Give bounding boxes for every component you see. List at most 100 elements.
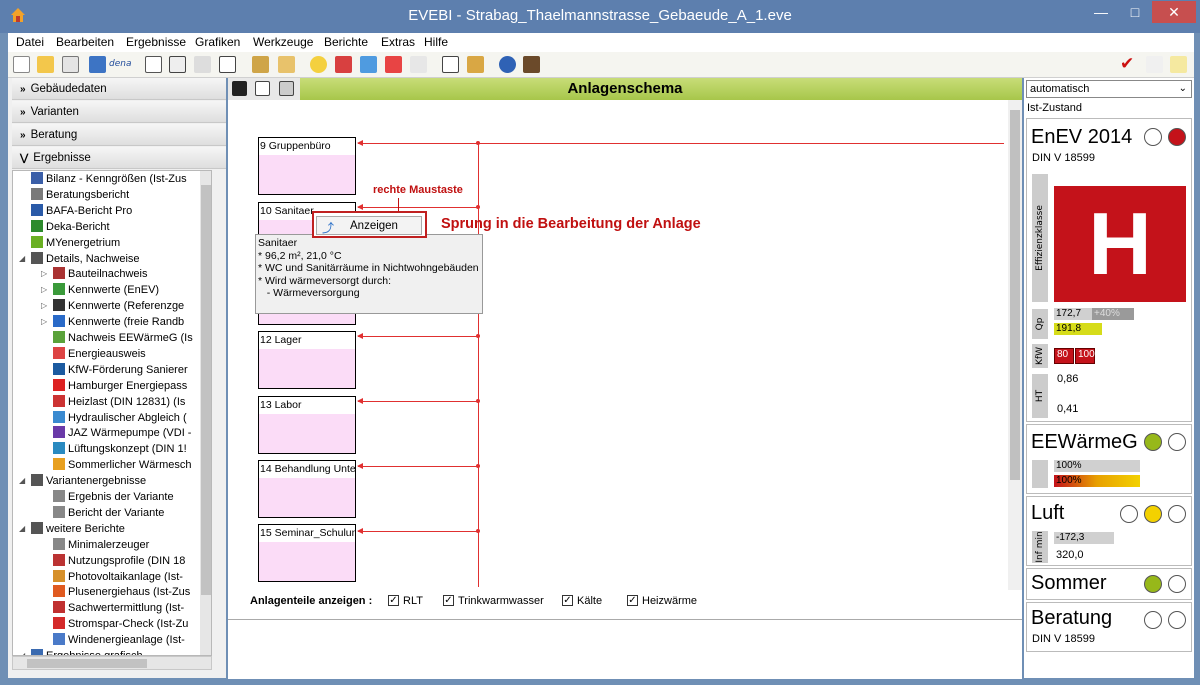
scrollbar-thumb[interactable] [201, 185, 211, 595]
tree-horizontal-scrollbar[interactable] [12, 656, 212, 670]
wall-section-icon[interactable] [169, 56, 186, 73]
sommer-section[interactable]: Sommer [1026, 568, 1192, 600]
menu-hilfe[interactable]: Hilfe [424, 35, 448, 49]
collapse-icon[interactable]: ◢ [19, 251, 25, 267]
chart-report-icon[interactable] [467, 56, 484, 73]
tree-item[interactable]: KfW-Förderung Sanierer [53, 362, 188, 378]
tree-item[interactable]: Heizlast (DIN 12831) (Is [53, 394, 185, 410]
tree-item[interactable]: JAZ Wärmepumpe (VDI - [53, 425, 191, 441]
menu-ergebnisse[interactable]: Ergebnisse [126, 35, 186, 49]
room-box[interactable]: 15 Seminar_Schulung [258, 524, 356, 582]
tree-item[interactable]: Sommerlicher Wärmesch [53, 457, 191, 473]
new-file-icon[interactable] [13, 56, 30, 73]
export-arrow-icon[interactable] [1146, 56, 1163, 73]
tree-item[interactable]: ▷ Kennwerte (freie Randb [41, 314, 184, 330]
tree-item[interactable]: Windenergieanlage (Ist- [53, 632, 185, 648]
tree-item[interactable]: ◢ Ergebnisse grafisch [19, 648, 143, 655]
minimize-button[interactable]: — [1084, 1, 1118, 23]
room-box[interactable]: 12 Lager [258, 331, 356, 389]
tree-item[interactable]: Nachweis EEWärmeG (Is [53, 330, 193, 346]
document-icon[interactable] [145, 56, 162, 73]
tree-item[interactable]: ◢ Variantenergebnisse [19, 473, 146, 489]
tree-item[interactable]: Stromspar-Check (Ist-Zu [53, 616, 188, 632]
tree-item[interactable]: Sachwertermittlung (Ist- [53, 600, 184, 616]
tree-item[interactable]: Bilanz - Kenngrößen (Ist-Zus [31, 171, 187, 187]
accordion-ergebnisse[interactable]: ⋁ Ergebnisse [12, 147, 226, 169]
tree-item[interactable]: ▷ Bauteilnachweis [41, 266, 148, 282]
tree-vertical-scrollbar[interactable] [200, 171, 211, 655]
room-box[interactable]: 9 Gruppenbüro [258, 137, 356, 195]
menu-datei[interactable]: Datei [16, 35, 44, 49]
tree-item[interactable]: Energieausweis [53, 346, 146, 362]
tree-item[interactable]: ◢ Details, Nachweise [19, 251, 140, 267]
schema-vertical-scrollbar[interactable] [1008, 100, 1022, 590]
beratung-section[interactable]: Beratung DIN V 18599 [1026, 602, 1192, 652]
tree-item[interactable]: ▷ Kennwerte (Referenzge [41, 298, 184, 314]
measure-icon[interactable] [410, 56, 427, 73]
help-icon[interactable] [499, 56, 516, 73]
context-menu-anzeigen[interactable]: ⤴ Anzeigen [316, 216, 422, 235]
tree-item[interactable]: Hamburger Energiepass [53, 378, 187, 394]
check-icon[interactable]: ✔ [1120, 54, 1134, 74]
tree-item[interactable]: Bericht der Variante [53, 505, 164, 521]
collapse-icon[interactable]: ◢ [19, 521, 25, 537]
tree-item[interactable]: Minimalerzeuger [53, 537, 149, 553]
copy-icon[interactable] [62, 56, 79, 73]
line-tool-icon[interactable] [194, 56, 211, 73]
luft-section[interactable]: Luft Inf min -172,3 320,0 [1026, 496, 1192, 566]
room-box[interactable]: 14 Behandlung Unte [258, 460, 356, 518]
accordion-gebaeudedaten[interactable]: » Gebäudedaten [12, 78, 226, 100]
tree-item[interactable]: Ergebnis der Variante [53, 489, 174, 505]
expand-icon[interactable]: ▷ [41, 282, 47, 298]
tree-item[interactable]: Nutzungsprofile (DIN 18 [53, 553, 185, 569]
report-icon[interactable] [442, 56, 459, 73]
collapse-icon[interactable]: ◢ [19, 648, 25, 655]
menu-grafiken[interactable]: Grafiken [195, 35, 240, 49]
sun-icon[interactable] [310, 56, 327, 73]
tree-item[interactable]: BAFA-Bericht Pro [31, 203, 132, 219]
collapse-icon[interactable]: ◢ [19, 473, 25, 489]
tree-item[interactable]: ◢ weitere Berichte [19, 521, 125, 537]
electricity-icon[interactable] [385, 56, 402, 73]
dena-icon[interactable]: dena [109, 59, 131, 69]
calculator-icon[interactable] [523, 56, 540, 73]
open-folder-icon[interactable] [37, 56, 54, 73]
heating-icon[interactable] [335, 56, 352, 73]
tree-item[interactable]: Plusenergiehaus (Ist-Zus [53, 584, 190, 600]
snowflake-icon[interactable] [360, 56, 377, 73]
expand-icon[interactable]: ▷ [41, 314, 47, 330]
scrollbar-thumb[interactable] [1010, 110, 1020, 480]
eewaermeg-section[interactable]: EEWärmeG 100% 100% [1026, 424, 1192, 494]
checkbox-trinkwarmwasser[interactable]: ✓ [443, 595, 454, 606]
tree-item[interactable]: Lüftungskonzept (DIN 1! [53, 441, 187, 457]
enev-section[interactable]: EnEV 2014 DIN V 18599 Effizienzklasse H … [1026, 118, 1192, 422]
checkbox-kaelte[interactable]: ✓ [562, 595, 573, 606]
mode-dropdown[interactable]: automatisch ⌄ [1026, 80, 1192, 98]
menu-bearbeiten[interactable]: Bearbeiten [56, 35, 114, 49]
menu-berichte[interactable]: Berichte [324, 35, 368, 49]
checkbox-rlt[interactable]: ✓ [388, 595, 399, 606]
menu-werkzeuge[interactable]: Werkzeuge [253, 35, 313, 49]
maximize-button[interactable]: □ [1118, 1, 1152, 23]
tree-item[interactable]: Deka-Bericht [31, 219, 110, 235]
checkbox-heizwaerme[interactable]: ✓ [627, 595, 638, 606]
scrollbar-thumb[interactable] [27, 659, 147, 668]
room-box[interactable]: 13 Labor [258, 396, 356, 454]
save-icon[interactable] [232, 81, 247, 96]
redo-arrow-icon[interactable] [89, 56, 106, 73]
menu-extras[interactable]: Extras [381, 35, 415, 49]
tree-item[interactable]: ▷ Kennwerte (EnEV) [41, 282, 159, 298]
house-outline-icon[interactable] [219, 56, 236, 73]
tree-item[interactable]: Hydraulischer Abgleich ( [53, 410, 187, 426]
print-icon[interactable] [279, 81, 294, 96]
close-button[interactable]: ✕ [1152, 1, 1196, 23]
accordion-beratung[interactable]: » Beratung [12, 124, 226, 146]
tree-item[interactable]: MYenergetrium [31, 235, 120, 251]
tree-item[interactable]: Beratungsbericht [31, 187, 129, 203]
expand-icon[interactable]: ▷ [41, 298, 47, 314]
network-icon[interactable] [252, 56, 269, 73]
page-setup-icon[interactable] [255, 81, 270, 96]
layers-icon[interactable] [278, 56, 295, 73]
expand-icon[interactable]: ▷ [41, 266, 47, 282]
tree-item[interactable]: Photovoltaikanlage (Ist- [53, 569, 183, 585]
